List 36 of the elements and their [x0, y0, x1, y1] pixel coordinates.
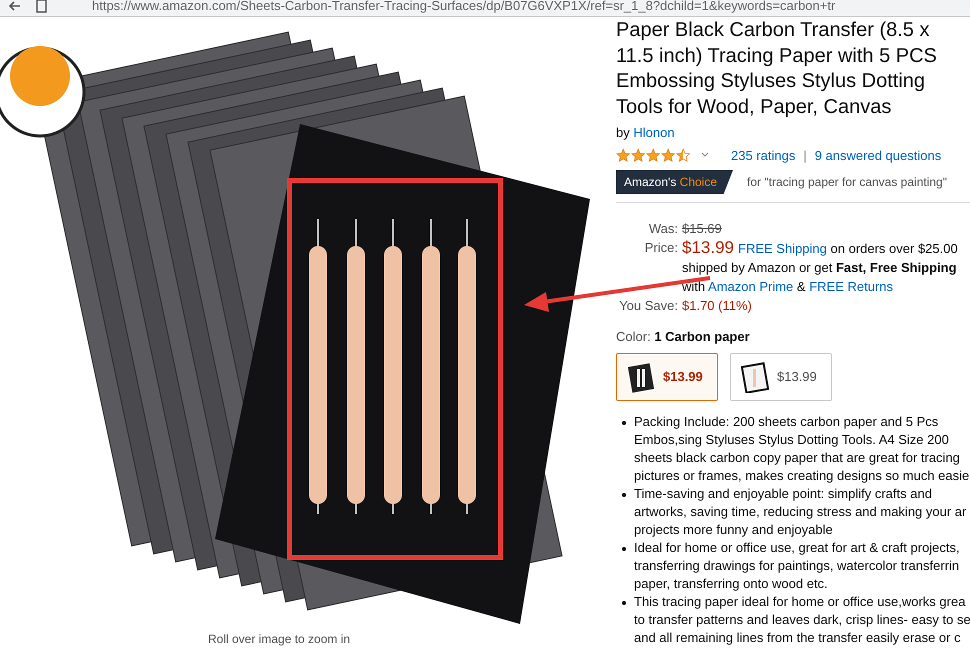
swatch-price: $13.99	[777, 368, 817, 386]
current-price: $13.99	[682, 238, 734, 257]
choice-badge: Amazon's Choice	[616, 170, 734, 194]
save-amount: $1.70 (11%)	[682, 297, 753, 315]
page-icon[interactable]	[34, 0, 48, 13]
ratings-link[interactable]: 235 ratings	[731, 146, 796, 165]
color-swatch[interactable]: $13.99	[730, 352, 832, 400]
color-label: Color:	[616, 329, 651, 344]
url-text[interactable]: https://www.amazon.com/Sheets-Carbon-Transfer-Tracing-Surfaces/dp/B07G6VXP1X/ref=sr_1_8?dchild=1&keywords=carbon+tr	[92, 0, 836, 16]
save-label: You Save:	[618, 297, 678, 315]
address-bar[interactable]: https://www.amazon.com/Sheets-Carbon-Transfer-Tracing-Surfaces/dp/B07G6VXP1X/ref=sr_1_8?dchild=1&keywords=carbon+tr	[0, 0, 970, 17]
product-title: Paper Black Carbon Transfer (8.5 x 11.5 inch) Tracing Paper with 5 PCS Embossing Styluses Stylus Dotting Tools for Wood, Paper, Canvas	[616, 18, 938, 120]
feature-bullet: Time-saving and enjoyable point: simplify crafts and artworks, saving time, reducing stress and making your ar projects more funny and enjoyable	[634, 484, 970, 538]
zoom-caption: Roll over image to zoom in	[208, 632, 350, 647]
prime-link[interactable]: Amazon Prime	[708, 279, 794, 294]
back-arrow-icon[interactable]	[8, 0, 22, 13]
price-label: Price:	[644, 239, 678, 257]
was-label: Was:	[648, 220, 678, 238]
questions-link[interactable]: 9 answered questions	[814, 146, 942, 165]
shipping-details: shipped by Amazon or get Fast, Free Shipping with Amazon Prime & FREE Returns	[682, 259, 958, 296]
free-returns-link[interactable]: FREE Returns	[809, 279, 894, 294]
was-price: $15.69	[682, 220, 723, 238]
feature-bullet: This tracing paper ideal for home or office use,works grea to transfer patterns and leaves dark, crisp lines- easy to se and all remaining lines from the transfer easily erase or c	[634, 592, 970, 646]
chevron-down-icon[interactable]	[701, 152, 709, 158]
shipping-info: FREE Shipping on orders over $25.00	[738, 240, 958, 258]
swatch-price: $13.99	[663, 368, 703, 386]
color-value: 1 Carbon paper	[654, 329, 750, 344]
free-shipping-link[interactable]: FREE Shipping	[738, 241, 827, 256]
separator: |	[803, 146, 807, 165]
feature-bullet: Ideal for home or office use, great for art & craft projects, transferring drawings for paintings, watercolor transferrin paper, transferring onto wood etc.	[634, 538, 970, 592]
color-swatch[interactable]: $13.99	[616, 352, 718, 400]
choice-query: for "tracing paper for canvas painting"	[747, 174, 947, 191]
by-label: by	[616, 125, 630, 140]
brand-link[interactable]: Hlonon	[633, 125, 675, 140]
paper-thumbnail-icon	[741, 360, 769, 392]
feature-bullet: Packing Include: 200 sheets carbon paper and 5 Pcs Embos,sing Styluses Stylus Dotting Tools. A4 Size 200 sheets black carbon copy paper that are great for tracing pictures or frames, makes creating designs so much easie	[634, 412, 970, 484]
